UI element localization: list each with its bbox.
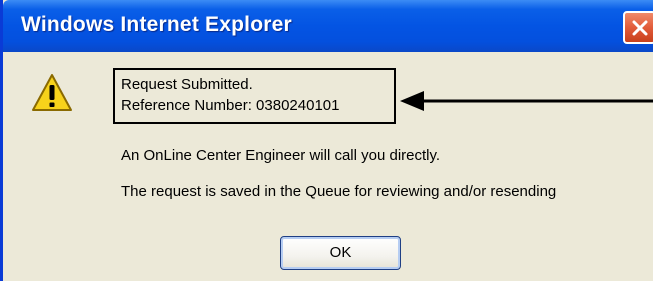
reference-number: Reference Number: 0380240101 bbox=[121, 97, 340, 114]
engineer-message: An OnLine Center Engineer will call you … bbox=[121, 147, 441, 164]
queue-message: The request is saved in the Queue for re… bbox=[121, 183, 557, 200]
close-icon bbox=[632, 20, 648, 36]
warning-icon bbox=[32, 74, 72, 111]
ok-button[interactable]: OK bbox=[280, 236, 401, 270]
page: Windows Internet Explorer Request Submit… bbox=[0, 0, 653, 289]
alert-dialog: Windows Internet Explorer Request Submit… bbox=[0, 0, 653, 281]
close-button[interactable] bbox=[623, 11, 653, 44]
status-message: Request Submitted. bbox=[121, 76, 253, 93]
title-bar: Windows Internet Explorer bbox=[3, 0, 653, 52]
window-title: Windows Internet Explorer bbox=[21, 13, 292, 36]
arrow-icon bbox=[400, 91, 653, 111]
